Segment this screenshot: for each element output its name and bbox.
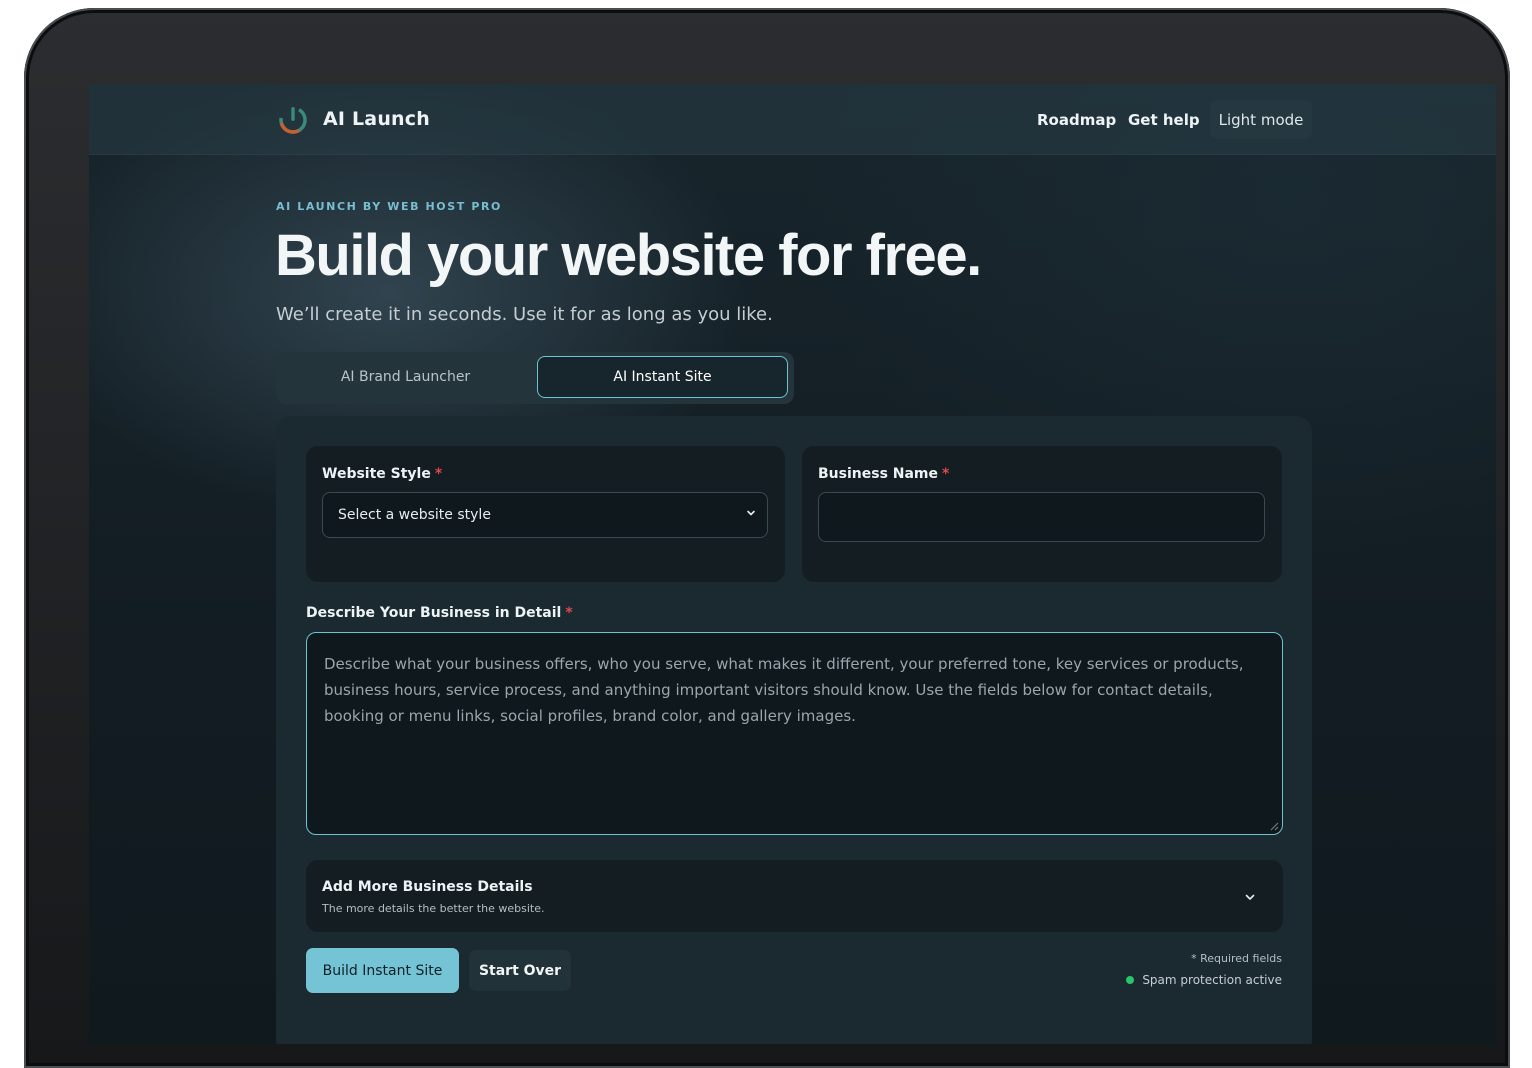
- more-details-subtitle: The more details the better the website.: [322, 902, 545, 915]
- start-over-button[interactable]: Start Over: [469, 950, 571, 991]
- spam-protection-status: Spam protection active: [1126, 973, 1282, 987]
- top-navbar: AI Launch Roadmap Get help Light mode: [89, 84, 1496, 155]
- tab-ai-brand-launcher[interactable]: AI Brand Launcher: [280, 356, 531, 398]
- more-details-title: Add More Business Details: [322, 879, 533, 895]
- brand-name[interactable]: AI Launch: [323, 108, 430, 130]
- business-name-label-text: Business Name: [818, 466, 939, 482]
- instant-site-form: Website Style * Select a website style Bu…: [276, 416, 1312, 1044]
- page-subtitle: We’ll create it in seconds. Use it for a…: [276, 304, 773, 325]
- more-details-accordion[interactable]: Add More Business Details The more detai…: [306, 860, 1283, 932]
- website-style-label: Website Style *: [322, 466, 442, 482]
- hero-eyebrow: AI LAUNCH BY WEB HOST PRO: [276, 200, 503, 213]
- light-mode-button[interactable]: Light mode: [1210, 100, 1312, 139]
- build-instant-site-button[interactable]: Build Instant Site: [306, 948, 459, 993]
- page-title: Build your website for free.: [275, 223, 982, 288]
- description-label: Describe Your Business in Detail *: [306, 605, 573, 621]
- required-asterisk: *: [565, 605, 573, 621]
- website-style-label-text: Website Style: [322, 466, 431, 482]
- chevron-down-icon: [747, 510, 755, 516]
- description-placeholder: Describe what your business offers, who …: [324, 655, 1244, 725]
- website-style-card: Website Style * Select a website style: [306, 446, 785, 582]
- business-description-textarea[interactable]: Describe what your business offers, who …: [306, 632, 1283, 835]
- description-label-text: Describe Your Business in Detail: [306, 605, 562, 621]
- status-dot-icon: [1126, 976, 1135, 984]
- nav-help-link[interactable]: Get help: [1128, 111, 1200, 129]
- business-name-label: Business Name *: [818, 466, 949, 482]
- nav-roadmap-link[interactable]: Roadmap: [1037, 111, 1116, 129]
- business-name-card: Business Name *: [802, 446, 1282, 582]
- mode-tabs: AI Brand Launcher AI Instant Site: [276, 352, 794, 404]
- required-fields-note: * Required fields: [1191, 952, 1282, 965]
- browser-viewport: AI Launch Roadmap Get help Light mode AI…: [89, 84, 1496, 1044]
- laptop-frame: AI Launch Roadmap Get help Light mode AI…: [24, 8, 1510, 1068]
- spam-protection-text: Spam protection active: [1142, 973, 1282, 987]
- resize-grip-icon[interactable]: [1269, 821, 1279, 831]
- required-asterisk: *: [942, 466, 950, 482]
- tab-ai-instant-site[interactable]: AI Instant Site: [537, 356, 788, 398]
- chevron-down-icon: [1245, 894, 1255, 900]
- power-ring-icon[interactable]: [277, 104, 309, 136]
- website-style-select[interactable]: Select a website style: [322, 492, 768, 538]
- required-asterisk: *: [434, 466, 443, 482]
- website-style-selected-value: Select a website style: [338, 507, 491, 523]
- business-name-input[interactable]: [818, 492, 1265, 542]
